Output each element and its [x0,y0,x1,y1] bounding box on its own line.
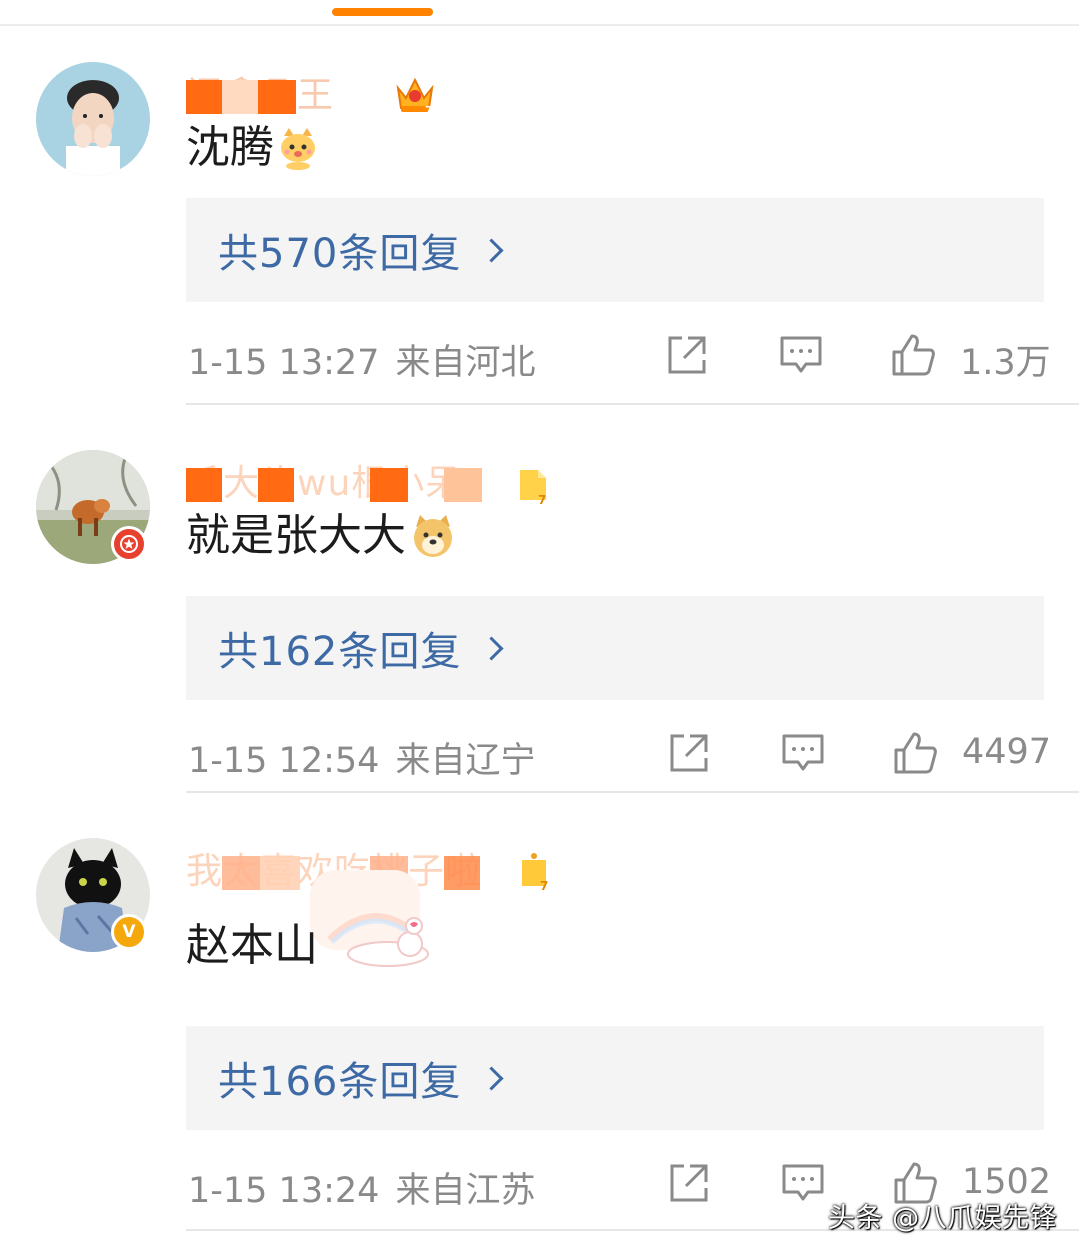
username[interactable]: 毛大头wu根小呆 7 [186,458,566,508]
verified-v-badge: V [111,914,147,950]
timestamp: 1-15 13:27 来自河北 [188,334,535,385]
username-mosaic [186,468,222,502]
username-mosaic [444,856,480,890]
comment-icon[interactable] [780,1160,826,1206]
crown-level-7-icon: 7 [396,77,434,116]
comment-body: 沈腾 [186,122,274,173]
replies-count: 共166条回复 [218,1059,462,1105]
timestamp: 1-15 13:24 来自江苏 [188,1162,535,1213]
replies-count: 共570条回复 [218,231,462,277]
username-mosaic [222,856,260,890]
comment-icon[interactable] [780,730,826,776]
chevron-right-icon [479,237,504,263]
comment-item: 阎鑫凡王 7 沈腾 共570条回复 1-15 13:27 来自河北 [0,26,1079,414]
comment-item: 毛大头wu根小呆 7 就是张大大 共162条回复 1-15 12:54 来自辽宁 [0,414,1079,802]
location: 来自河北 [395,343,536,383]
username-mosaic [258,468,294,502]
timestamp: 1-15 12:54 来自辽宁 [188,732,535,783]
username-mosaic [370,468,408,502]
meta-row: 1-15 12:54 来自辽宁 4497 [186,724,1051,783]
share-icon[interactable] [666,1160,712,1206]
active-tab-indicator [332,8,433,16]
sleeping-cat-sticker [310,870,429,967]
svg-text:7: 7 [540,879,548,892]
comment-text: 就是张大大 [186,506,456,566]
comment-body: 赵本山 [186,920,318,971]
like-icon[interactable] [892,730,938,776]
time-text: 1-15 13:27 [188,343,380,383]
username-mosaic [186,80,222,114]
comment-item: V 我太喜欢吃桃子啦 7 赵本山 共166条回复 1-15 13:24来自江苏 [0,802,1079,1231]
svg-text:7: 7 [538,493,546,506]
doge-emoji [414,515,452,557]
time-text: 1-15 12:54 [188,741,380,781]
comment-text: 沈腾 [186,118,318,178]
like-count: 4497 [962,732,1052,772]
like-count: 1.3万 [960,343,1051,383]
chevron-right-icon [479,635,504,661]
replies-link[interactable]: 共162条回复 [186,596,1044,700]
username-mosaic [444,468,482,502]
avatar[interactable] [36,62,150,176]
username[interactable]: 阎鑫凡王 7 [186,70,506,120]
chevron-right-icon [479,1065,504,1091]
comment-icon[interactable] [778,332,824,378]
svg-text:7: 7 [425,104,433,116]
comment-body: 就是张大大 [186,510,406,561]
level-7-icon: 7 [520,470,546,506]
replies-link[interactable]: 共166条回复 [186,1026,1044,1130]
username-mosaic [260,856,300,890]
divider [186,403,1079,405]
replies-count: 共162条回复 [218,629,462,675]
time-text: 1-15 13:24 [188,1171,380,1211]
like-icon[interactable] [890,332,936,378]
location: 来自江苏 [395,1171,536,1211]
source-watermark: 头条 @八爪娱先锋 [828,1203,1058,1234]
replies-link[interactable]: 共570条回复 [186,198,1044,302]
username-text: 毛大头wu根小呆 [186,463,463,504]
share-icon[interactable] [666,730,712,776]
cat-emoji [281,128,315,170]
divider [186,791,1079,793]
location: 来自辽宁 [395,741,536,781]
username-mosaic [222,80,258,114]
meta-row: 1-15 13:27 来自河北 1.3万 [186,326,1051,385]
comment-text: 赵本山 [186,916,318,976]
verified-star-badge [111,526,147,562]
username-mosaic [258,80,296,114]
level-7-icon: 7 [522,853,548,892]
share-icon[interactable] [664,332,710,378]
